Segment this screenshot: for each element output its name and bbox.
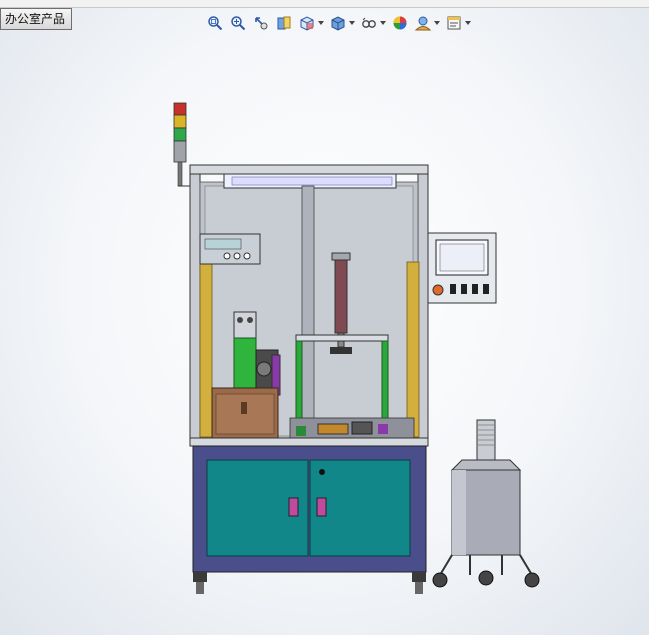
machine-cabinet (189, 437, 429, 594)
hmi-control-panel (427, 232, 497, 304)
glue-tank-cart (432, 419, 540, 588)
wooden-fixture-box (211, 387, 279, 439)
worktable-parts (289, 417, 415, 439)
digital-meter (199, 233, 261, 265)
graphics-area[interactable] (0, 0, 649, 635)
